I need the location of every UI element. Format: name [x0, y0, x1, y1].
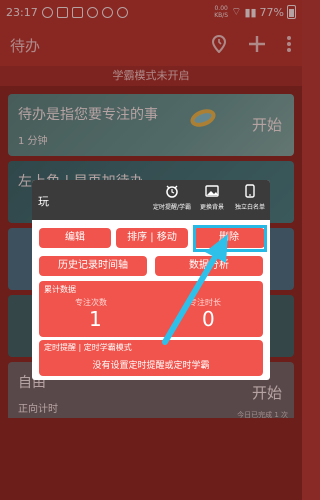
edit-button[interactable]: 编辑: [39, 228, 111, 248]
timed-reminder-section[interactable]: 定时提醒 | 定时学霸模式 没有设置定时提醒或定时学霸: [39, 340, 263, 376]
focus-count-value: 1: [89, 307, 102, 331]
whitelist-label: 独立白名单: [234, 204, 265, 211]
data-analysis-button[interactable]: 数据分析: [155, 256, 263, 276]
dialog-title: 玩: [38, 195, 49, 208]
sort-move-button[interactable]: 排序 | 移动: [116, 228, 188, 248]
highlight-box: [193, 225, 267, 252]
whitelist-button[interactable]: 独立白名单: [224, 184, 276, 213]
timed-reminder-header: 定时提醒 | 定时学霸模式: [44, 343, 132, 352]
focus-duration-value: 0: [202, 307, 215, 331]
phone-icon: [224, 184, 276, 203]
stats-header: 累计数据: [44, 285, 76, 294]
dialog-header: 玩 定时提醒/学霸 更换背景 独立白名单: [32, 180, 270, 220]
todo-options-dialog: 玩 定时提醒/学霸 更换背景 独立白名单 编辑 排序 | 移动 删除 历史记录时…: [32, 180, 270, 380]
timed-reminder-empty-text: 没有设置定时提醒或定时学霸: [92, 361, 210, 371]
history-timeline-button[interactable]: 历史记录时间轴: [39, 256, 147, 276]
cumulative-stats: 累计数据 专注次数 1 专注时长 0: [39, 281, 263, 337]
